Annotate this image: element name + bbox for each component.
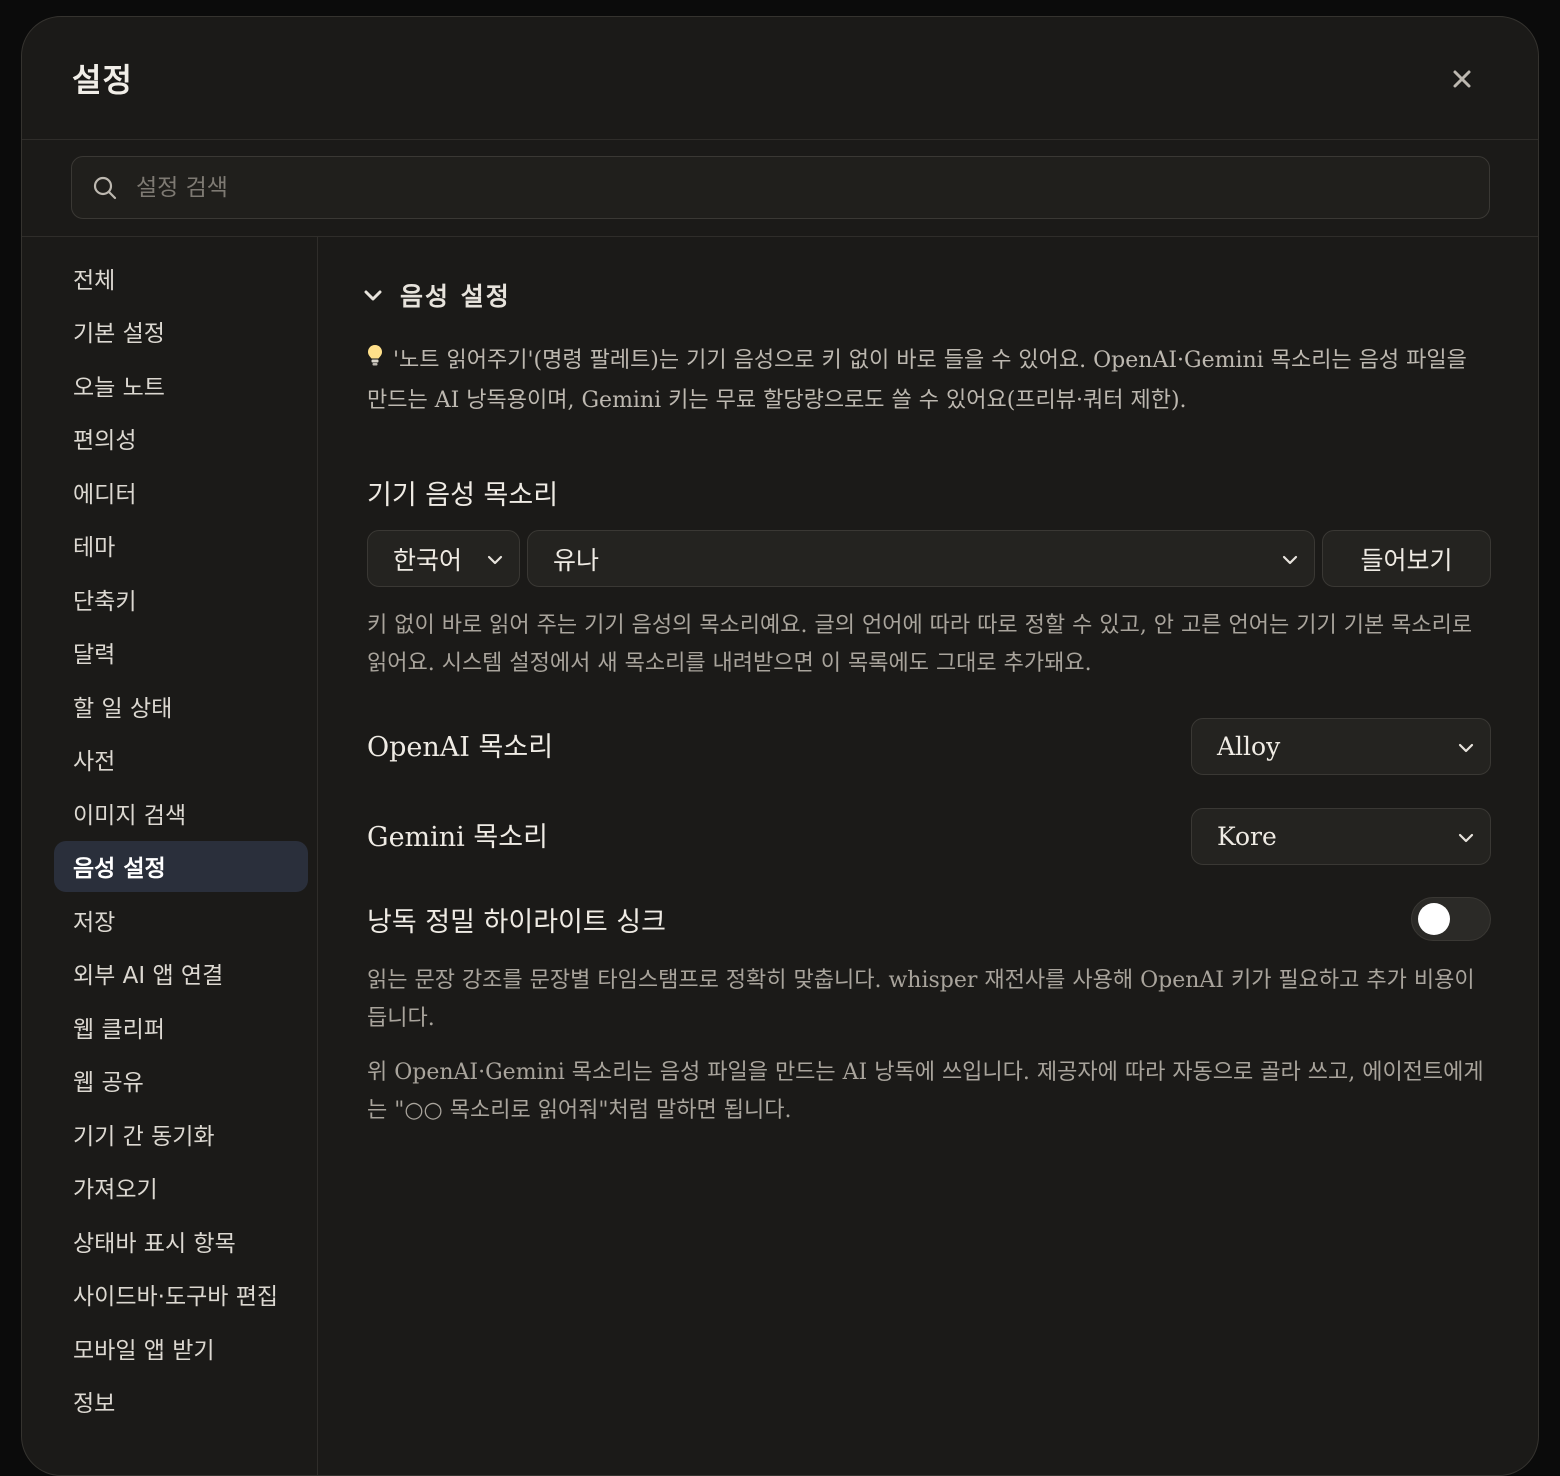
sidebar-item-label: 사전 [73,749,116,775]
sidebar-item-label: 전체 [73,267,116,294]
sidebar-item-convenience[interactable]: 편의성 [54,413,308,464]
sidebar-item-mobile-app[interactable]: 모바일 앱 받기 [54,1322,308,1373]
sidebar-item-web-share[interactable]: 웹 공유 [54,1055,308,1106]
toggle-knob [1418,903,1450,935]
sidebar-item-editor[interactable]: 에디터 [54,466,308,517]
sidebar-item-calendar[interactable]: 달력 [54,627,308,678]
close-button[interactable] [1442,59,1482,99]
sidebar-item-label: 기본 설정 [73,321,165,347]
sidebar-item-dictionary[interactable]: 사전 [54,734,308,785]
language-select-value: 한국어 [393,545,463,575]
tip-text: '노트 읽어주기'(명령 팔레트)는 기기 음성으로 키 없이 바로 들을 수 … [367,348,1467,413]
section-title: 음성 설정 [400,282,511,311]
sidebar-item-all[interactable]: 전체 [54,252,308,303]
settings-content: 음성 설정 '노트 읽어주기'(명령 팔레트)는 기기 음성으로 키 없이 바로… [318,237,1538,1475]
sidebar-item-label: 오늘 노트 [73,374,165,401]
sidebar-item-voice-settings[interactable]: 음성 설정 [54,840,308,892]
voice-tip: '노트 읽어주기'(명령 팔레트)는 기기 음성으로 키 없이 바로 들을 수 … [367,341,1491,420]
section-header-voice[interactable]: 음성 설정 [362,277,511,313]
openai-voice-select-value: Alloy [1217,732,1281,761]
device-voice-select-value: 유나 [553,545,600,575]
highlight-sync-description: 읽는 문장 강조를 문장별 타임스탬프로 정확히 맞춥니다. whisper 재… [367,968,1475,1031]
highlight-sync-toggle[interactable] [1411,897,1491,941]
gemini-voice-select-value: Kore [1217,822,1277,851]
sidebar-item-storage[interactable]: 저장 [54,894,308,945]
sidebar-item-label: 에디터 [73,481,137,508]
sidebar-item-label: 음성 설정 [73,856,166,882]
settings-modal: 설정 전체 기본 설정 오늘 노트 편의성 에디터 테마 단축키 달력 할 일 … [21,16,1539,1476]
sidebar-item-task-status[interactable]: 할 일 상태 [54,680,308,731]
sidebar-item-label: 달력 [73,642,116,668]
voice-footer-note: 위 OpenAI·Gemini 목소리는 음성 파일을 만드는 AI 낭독에 쓰… [367,1060,1484,1123]
search-box [71,156,1490,219]
search-bar [22,140,1538,237]
sidebar-item-label: 웹 공유 [73,1070,144,1096]
sidebar-item-sidebar-toolbar[interactable]: 사이드바·도구바 편집 [54,1269,308,1320]
sidebar-item-label: 웹 클리퍼 [73,1016,165,1043]
chevron-down-icon [487,555,503,565]
device-voice-label: 기기 음성 목소리 [367,480,559,511]
search-icon [93,176,117,199]
sidebar-item-label: 테마 [73,535,116,561]
sidebar-item-label: 가져오기 [73,1177,158,1203]
search-input[interactable] [134,173,1489,202]
language-select[interactable]: 한국어 [367,530,520,587]
openai-voice-select[interactable]: Alloy [1191,718,1491,775]
chevron-down-icon [364,290,382,301]
device-voice-select[interactable]: 유나 [527,530,1315,587]
gemini-voice-label: Gemini 목소리 [367,822,548,853]
close-icon [1453,70,1471,88]
sidebar-item-import[interactable]: 가져오기 [54,1162,308,1213]
sidebar-item-basic[interactable]: 기본 설정 [54,306,308,357]
sidebar-item-label: 단축키 [73,588,137,615]
sidebar-item-label: 할 일 상태 [73,695,173,722]
openai-voice-label: OpenAI 목소리 [367,732,554,763]
device-voice-description: 키 없이 바로 읽어 주는 기기 음성의 목소리예요. 글의 언어에 따라 따로… [367,613,1473,676]
chevron-down-icon [1458,833,1474,843]
lightbulb-icon [367,342,383,381]
chevron-down-icon [1458,743,1474,753]
sidebar-item-image-search[interactable]: 이미지 검색 [54,787,308,838]
sidebar-item-external-ai[interactable]: 외부 AI 앱 연결 [54,948,308,999]
sidebar-item-label: 모바일 앱 받기 [73,1337,215,1364]
sidebar-item-label: 편의성 [73,428,137,454]
sidebar-item-label: 사이드바·도구바 편집 [73,1284,279,1310]
sidebar-item-label: 저장 [73,909,116,936]
gemini-voice-select[interactable]: Kore [1191,808,1491,865]
settings-sidebar: 전체 기본 설정 오늘 노트 편의성 에디터 테마 단축키 달력 할 일 상태 … [22,237,318,1475]
sidebar-item-about[interactable]: 정보 [54,1376,308,1427]
sidebar-item-shortcuts[interactable]: 단축키 [54,573,308,624]
sidebar-item-label: 상태바 표시 항목 [73,1230,236,1257]
sidebar-item-label: 기기 간 동기화 [73,1123,215,1150]
sidebar-item-daily-note[interactable]: 오늘 노트 [54,359,308,410]
sidebar-item-theme[interactable]: 테마 [54,520,308,571]
sidebar-item-label: 정보 [73,1391,116,1417]
page-title: 설정 [72,61,133,99]
chevron-down-icon [1282,555,1298,565]
sidebar-item-sync[interactable]: 기기 간 동기화 [54,1108,308,1159]
highlight-sync-label: 낭독 정밀 하이라이트 싱크 [367,907,666,938]
sidebar-item-web-clipper[interactable]: 웹 클리퍼 [54,1001,308,1052]
sidebar-item-statusbar[interactable]: 상태바 표시 항목 [54,1215,308,1266]
sidebar-item-label: 외부 AI 앱 연결 [73,963,224,989]
sidebar-item-label: 이미지 검색 [73,802,187,829]
preview-voice-button[interactable]: 들어보기 [1322,530,1491,587]
modal-header: 설정 [22,17,1538,140]
